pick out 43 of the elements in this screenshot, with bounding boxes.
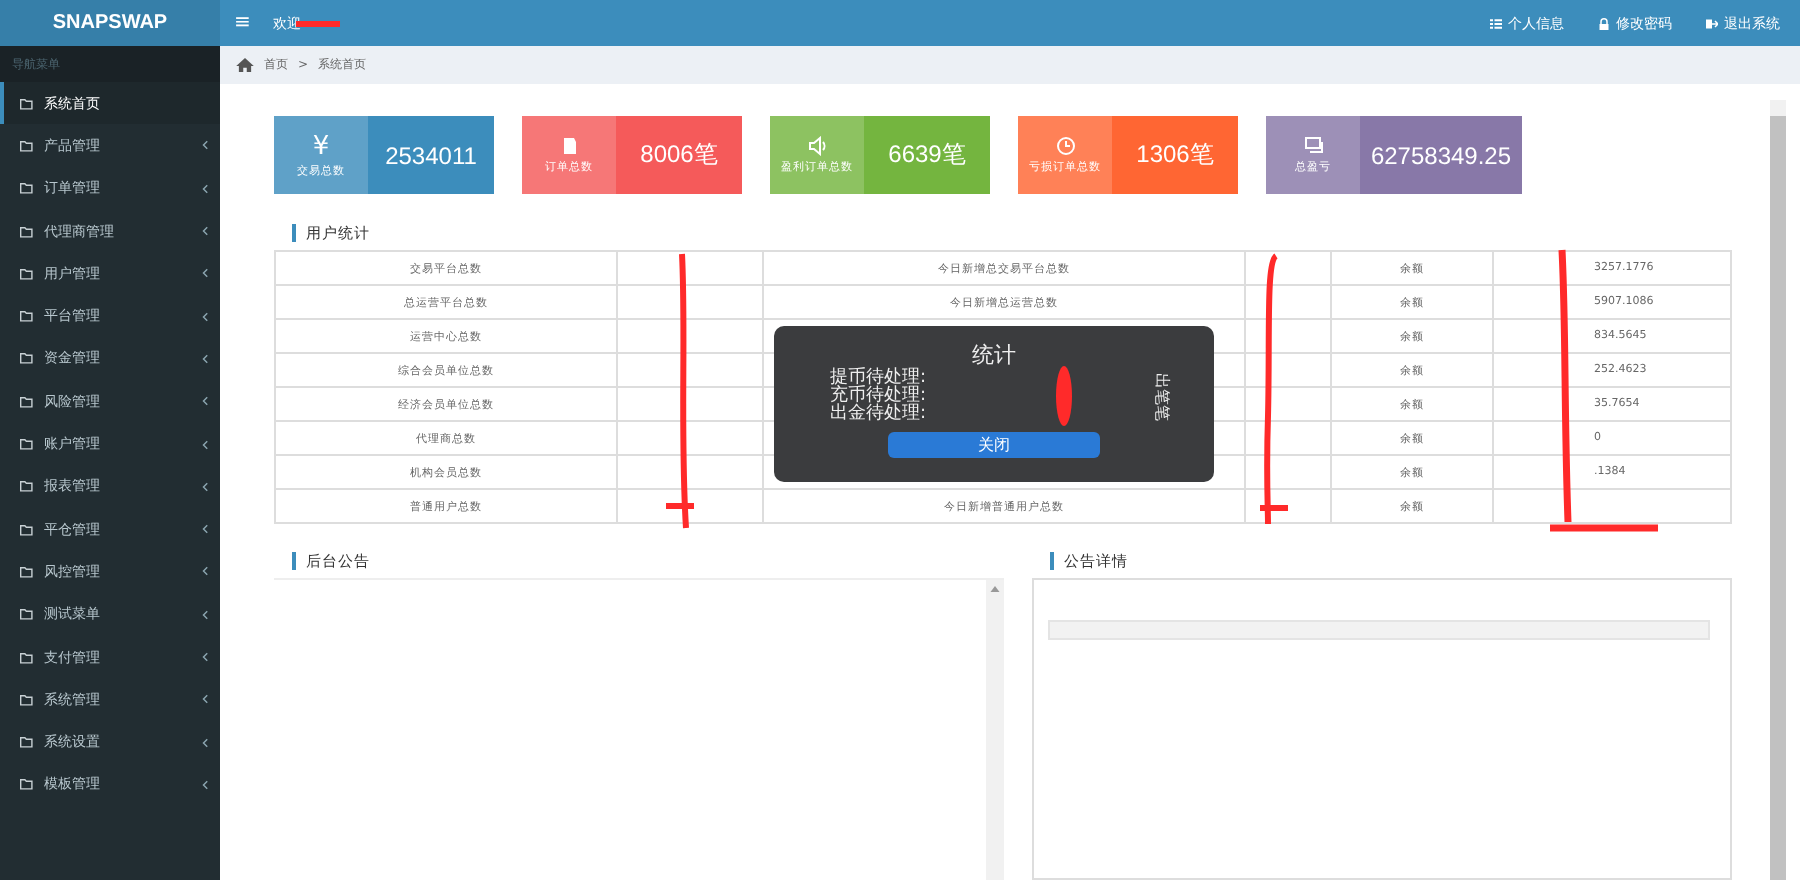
dialog-line: 充币待处理:	[830, 388, 929, 406]
scrollbar[interactable]	[986, 580, 1004, 880]
folder-icon	[20, 139, 34, 152]
home-icon	[236, 58, 254, 72]
folder-icon	[20, 693, 34, 706]
menu-icon[interactable]: ≡	[234, 12, 251, 34]
document-icon	[559, 136, 579, 156]
stat-value: 2534011	[383, 139, 479, 173]
stat-value: 8006笔	[638, 138, 720, 172]
yen-icon: ¥	[312, 133, 330, 159]
dialog-side-text: 出笔笔	[1151, 373, 1173, 421]
brand-logo: SNAPSWAP	[0, 0, 220, 46]
folder-icon	[20, 395, 34, 408]
list-icon	[1490, 17, 1502, 29]
folder-icon	[20, 736, 34, 749]
close-button[interactable]: 关闭	[888, 432, 1100, 458]
lock-icon	[1598, 17, 1610, 29]
folder-icon	[20, 310, 34, 323]
folder-icon	[20, 267, 34, 280]
folder-icon	[20, 438, 34, 451]
speaker-icon	[807, 136, 827, 156]
stat-value: 62758349.25	[1368, 139, 1514, 173]
folder-icon	[20, 523, 34, 536]
stat-value: 6639笔	[886, 138, 968, 172]
folder-icon	[20, 225, 34, 238]
folder-icon	[20, 608, 34, 621]
logout-icon	[1706, 17, 1718, 29]
folder-icon	[20, 182, 34, 195]
dialog-line: 出金待处理:	[830, 406, 929, 424]
folder-icon	[20, 778, 34, 791]
clock-icon	[1055, 136, 1075, 156]
folder-icon	[20, 651, 34, 663]
chat-icon	[1303, 136, 1323, 156]
scroll-up-icon[interactable]	[990, 586, 1000, 592]
folder-icon	[20, 352, 34, 365]
dialog-title: 统计	[972, 340, 1016, 370]
folder-icon	[20, 565, 34, 578]
scribble-mark	[1056, 366, 1072, 426]
scribble-mark	[296, 21, 340, 27]
stat-value: 1306笔	[1134, 138, 1216, 172]
folder-icon	[20, 480, 34, 493]
folder-icon	[20, 97, 34, 110]
dialog-line: 提币待处理:	[830, 370, 929, 388]
